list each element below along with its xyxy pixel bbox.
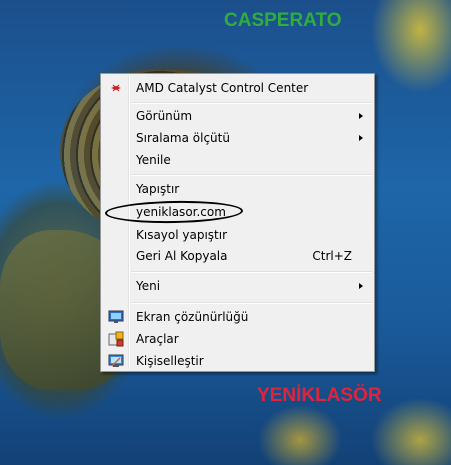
menu-item-view[interactable]: Görünüm [103, 105, 372, 127]
menu-item-gadgets[interactable]: Araçlar [103, 328, 372, 350]
gadgets-icon [108, 331, 124, 347]
menu-separator [131, 174, 372, 176]
menu-item-label: Yenile [136, 153, 171, 167]
submenu-arrow-icon [359, 283, 363, 289]
menu-item-label: Araçlar [136, 332, 179, 346]
menu-item-new[interactable]: Yeni [103, 275, 372, 297]
menu-separator [131, 102, 372, 104]
menu-item-shortcut: Ctrl+Z [312, 249, 352, 263]
menu-item-personalize[interactable]: Kişiselleştir [103, 350, 372, 372]
menu-item-paste[interactable]: Yapıştır [103, 178, 372, 200]
menu-item-paste-shortcut[interactable]: Kısayol yapıştır [103, 224, 372, 246]
watermark-yeniklasor: YENİKLASÖR [257, 385, 382, 406]
menu-item-undo[interactable]: Geri Al Kopyala Ctrl+Z [103, 245, 372, 267]
submenu-arrow-icon [359, 113, 363, 119]
menu-item-label: Yapıştır [136, 182, 180, 196]
display-icon [108, 310, 124, 323]
menu-item-label: Ekran çözünürlüğü [136, 310, 249, 324]
menu-item-label: Görünüm [136, 109, 193, 123]
menu-item-label: Geri Al Kopyala [136, 249, 228, 263]
menu-item-label: Kısayol yapıştır [136, 228, 228, 242]
amd-icon [111, 84, 121, 92]
personalize-icon [108, 354, 124, 367]
menu-separator [131, 302, 372, 304]
watermark-casperato: CASPERATO [224, 10, 342, 31]
menu-item-label: Kişiselleştir [136, 354, 204, 368]
menu-item-label: AMD Catalyst Control Center [136, 81, 309, 95]
menu-item-refresh[interactable]: Yenile [103, 149, 372, 171]
menu-item-screen-resolution[interactable]: Ekran çözünürlüğü [103, 306, 372, 328]
menu-item-label: Yeni [136, 279, 161, 293]
menu-item-amd-catalyst[interactable]: AMD Catalyst Control Center [103, 77, 372, 99]
submenu-arrow-icon [359, 135, 363, 141]
desktop-context-menu: AMD Catalyst Control Center Görünüm Sıra… [100, 73, 375, 372]
menu-separator [131, 271, 372, 273]
menu-item-label: Sıralama ölçütü [136, 131, 230, 145]
menu-item-sort-by[interactable]: Sıralama ölçütü [103, 127, 372, 149]
